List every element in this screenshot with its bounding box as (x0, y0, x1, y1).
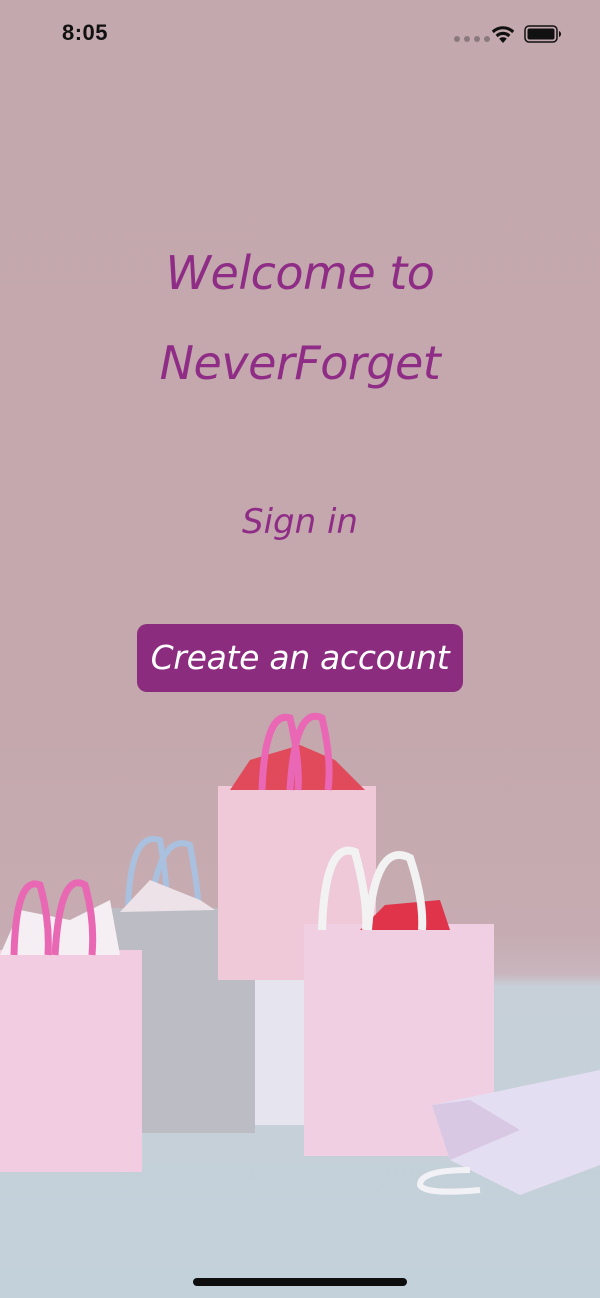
welcome-title: Welcome to NeverForget (0, 228, 600, 408)
sign-in-link[interactable]: Sign in (200, 494, 400, 550)
shopping-bags-illustration (0, 712, 600, 1195)
welcome-title-line1: Welcome to (165, 246, 435, 300)
status-time: 8:05 (62, 20, 109, 45)
lying-bag-handle-shape (416, 1167, 481, 1195)
home-indicator[interactable] (193, 1278, 407, 1286)
welcome-title-line2: NeverForget (159, 336, 441, 390)
left-bag-shape (0, 950, 142, 1172)
create-account-button[interactable]: Create an account (137, 624, 463, 692)
status-bar: 8:05 (0, 0, 600, 64)
battery-icon (524, 25, 561, 43)
wifi-icon (491, 26, 515, 43)
cellular-signal-icon (454, 36, 490, 42)
welcome-screen: 8:05 Welcome to NeverForget Sign in Crea… (0, 0, 600, 1298)
